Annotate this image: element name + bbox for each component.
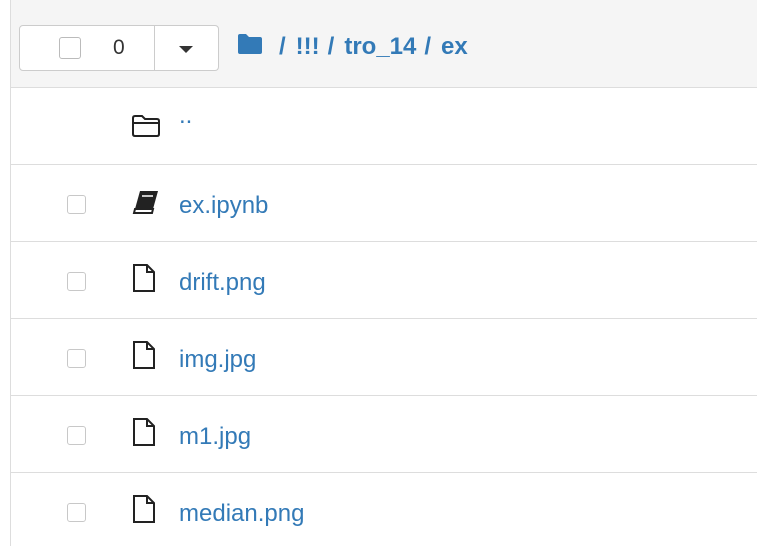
file-icon bbox=[131, 340, 157, 375]
file-icon bbox=[131, 494, 157, 529]
list-item[interactable]: ex.ipynb bbox=[11, 165, 757, 242]
parent-dir-link[interactable]: .. bbox=[179, 102, 192, 130]
list-item[interactable]: drift.png bbox=[11, 242, 757, 319]
file-link[interactable]: ex.ipynb bbox=[179, 192, 268, 220]
file-link[interactable]: drift.png bbox=[179, 269, 266, 297]
file-link[interactable]: median.png bbox=[179, 500, 304, 528]
selected-count: 0 bbox=[113, 36, 125, 59]
row-checkbox[interactable] bbox=[67, 349, 86, 368]
select-all-button[interactable]: 0 bbox=[19, 25, 155, 71]
folder-open-icon bbox=[131, 114, 161, 143]
list-item[interactable]: img.jpg bbox=[11, 319, 757, 396]
file-list: .. ex.ipynb drift.png img.jpg m1.jpg med… bbox=[11, 88, 757, 550]
select-all-checkbox[interactable] bbox=[59, 37, 81, 59]
caret-down-icon bbox=[179, 46, 193, 53]
row-checkbox[interactable] bbox=[67, 426, 86, 445]
row-checkbox[interactable] bbox=[67, 272, 86, 291]
list-item[interactable]: m1.jpg bbox=[11, 396, 757, 473]
root-folder-icon[interactable] bbox=[237, 33, 263, 62]
breadcrumb-item[interactable]: ex bbox=[441, 33, 468, 61]
file-icon bbox=[131, 417, 157, 452]
breadcrumb-separator: / bbox=[279, 33, 286, 60]
selection-button-group: 0 bbox=[19, 25, 219, 71]
list-item[interactable]: median.png bbox=[11, 473, 757, 550]
breadcrumb: / !!! / tro_14 / ex bbox=[237, 30, 468, 64]
breadcrumb-item[interactable]: tro_14 bbox=[344, 33, 416, 61]
list-item-parent-dir[interactable]: .. bbox=[11, 88, 757, 165]
row-checkbox[interactable] bbox=[67, 195, 86, 214]
file-link[interactable]: m1.jpg bbox=[179, 423, 251, 451]
row-checkbox[interactable] bbox=[67, 503, 86, 522]
file-list-header: 0 / !!! / tro_14 / ex bbox=[11, 0, 757, 88]
breadcrumb-item[interactable]: !!! bbox=[296, 33, 320, 61]
file-browser-panel: 0 / !!! / tro_14 / ex .. ex.ipynb drift.… bbox=[10, 0, 757, 546]
notebook-icon bbox=[131, 189, 161, 220]
breadcrumb-separator: / bbox=[424, 33, 432, 60]
breadcrumb-separator: / bbox=[327, 33, 335, 60]
selection-dropdown-button[interactable] bbox=[155, 25, 219, 71]
file-link[interactable]: img.jpg bbox=[179, 346, 256, 374]
file-icon bbox=[131, 263, 157, 298]
